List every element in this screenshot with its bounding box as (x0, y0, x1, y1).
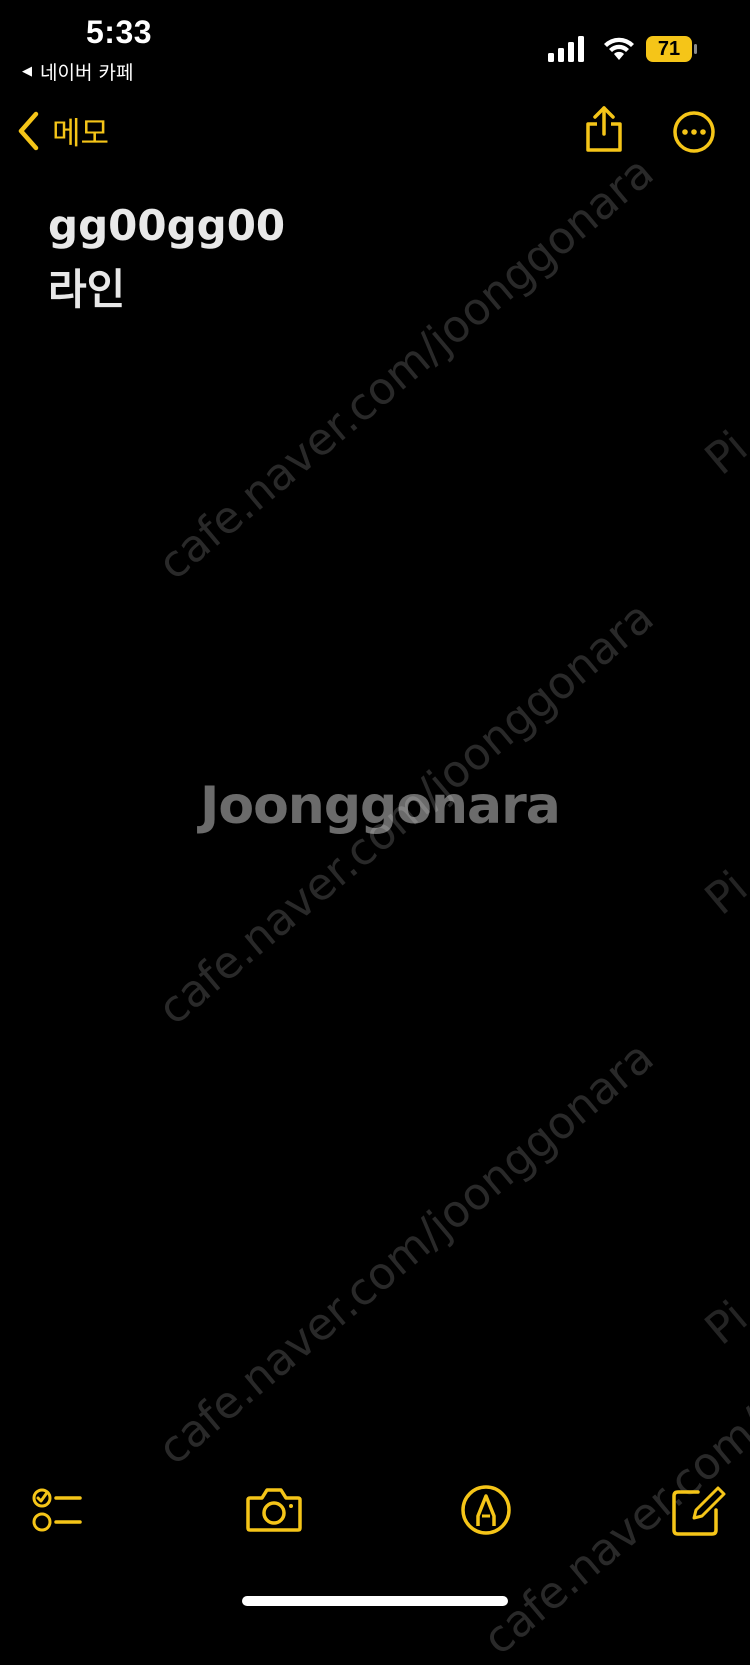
watermark-side: Pi (695, 421, 750, 486)
watermark-url: cafe.naver.com/joonggonara (148, 1031, 664, 1476)
cellular-signal-icon (548, 36, 584, 62)
markup-pen-icon[interactable] (456, 1480, 516, 1540)
bottom-toolbar (0, 1480, 750, 1550)
watermark-url: cafe.naver.com/joonggonara (473, 1221, 750, 1665)
watermark-side: Pi (695, 1291, 750, 1356)
back-app-label: 네이버 카페 (40, 62, 134, 84)
back-to-app-link[interactable]: ◀ 네이버 카페 (22, 58, 133, 85)
camera-icon[interactable] (244, 1480, 304, 1540)
home-indicator[interactable] (242, 1596, 508, 1606)
battery-icon: 71 (646, 36, 698, 62)
checklist-icon[interactable] (28, 1480, 88, 1540)
watermark-side: Pi (695, 861, 750, 926)
note-content[interactable]: gg00gg00 라인 (48, 194, 698, 322)
note-line[interactable]: 라인 (48, 258, 698, 322)
navigation-bar: 메모 (0, 100, 750, 164)
share-icon[interactable] (582, 104, 626, 154)
back-button[interactable]: 메모 (16, 108, 109, 153)
ellipsis-circle-icon[interactable] (672, 110, 716, 154)
status-bar: 5:33 ◀ 네이버 카페 71 (0, 0, 750, 90)
wifi-icon (604, 37, 634, 60)
battery-level: 71 (657, 38, 681, 60)
compose-icon[interactable] (668, 1480, 728, 1540)
status-time: 5:33 (86, 14, 153, 50)
chevron-left-icon (18, 111, 39, 150)
back-triangle-icon: ◀ (22, 64, 32, 79)
watermark-brand: Joonggonara (200, 776, 561, 836)
note-line[interactable]: gg00gg00 (48, 194, 698, 258)
back-button-label: 메모 (52, 116, 110, 152)
